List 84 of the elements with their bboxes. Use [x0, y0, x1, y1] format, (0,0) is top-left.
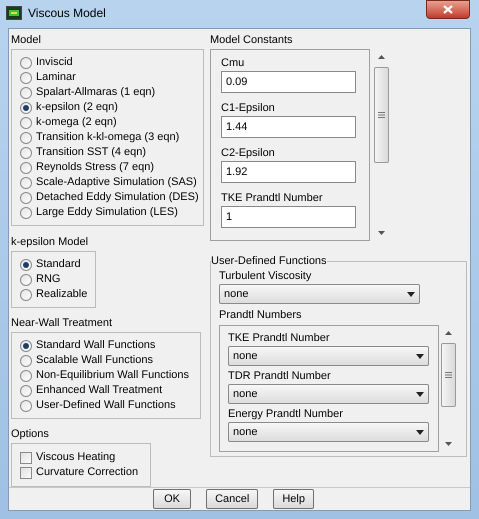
checkbox[interactable] — [20, 466, 32, 478]
radio-button[interactable] — [20, 340, 32, 352]
radio-button[interactable] — [20, 102, 32, 114]
field-label: TDR Prandtl Number — [228, 369, 332, 384]
dialog-button[interactable]: OK — [153, 489, 192, 509]
scroll-thumb[interactable] — [440, 343, 456, 406]
radio-button[interactable] — [20, 132, 32, 144]
radio-label: Transition SST (4 eqn) — [36, 145, 146, 160]
radio-label: Standard Wall Functions — [36, 338, 156, 354]
group-label: Model Constants — [210, 33, 294, 47]
radio-label: Realizable — [36, 287, 88, 302]
dropdown[interactable]: none — [228, 346, 429, 366]
radio-button[interactable] — [20, 86, 32, 98]
radio-label: Large Eddy Simulation (LES) — [36, 205, 178, 220]
input-field[interactable]: 0.09 — [221, 71, 356, 93]
field-label: C1-Epsilon — [221, 101, 276, 116]
radio-button[interactable] — [20, 72, 32, 84]
radio-label: RNG — [36, 272, 60, 288]
caret-icon — [407, 292, 415, 296]
group-label: User-Defined Functions — [211, 255, 327, 267]
input-field[interactable]: 1.92 — [221, 161, 356, 183]
dropdown[interactable]: none — [219, 284, 420, 304]
radio-button[interactable] — [20, 274, 32, 286]
radio-button[interactable] — [20, 258, 32, 270]
radio-label: k-epsilon (2 eqn) — [36, 100, 118, 116]
group-label: Near-Wall Treatment — [11, 316, 114, 330]
field-label: TKE Prandtl Number — [221, 191, 324, 206]
checkbox[interactable] — [20, 452, 32, 464]
radio-label: Scale-Adaptive Simulation (SAS) — [36, 175, 197, 190]
scroll-thumb[interactable] — [374, 67, 388, 163]
radio-label: Enhanced Wall Treatment — [36, 383, 162, 398]
window-title: Viscous Model — [28, 5, 106, 22]
radio-button[interactable] — [20, 354, 32, 366]
radio-label: Laminar — [36, 70, 76, 86]
radio-button[interactable] — [20, 176, 32, 188]
field-label: TKE Prandtl Number — [228, 331, 330, 346]
scroll-up-icon[interactable] — [444, 331, 452, 335]
radio-button[interactable] — [20, 206, 32, 218]
radio-label: Transition k-kl-omega (3 eqn) — [36, 130, 180, 146]
radio-label: k-omega (2 eqn) — [36, 115, 117, 130]
radio-button[interactable] — [20, 56, 32, 68]
group-label: Model — [11, 33, 42, 47]
scroll-up-icon[interactable] — [378, 55, 384, 59]
field-label: Cmu — [221, 56, 246, 71]
scroll-down-icon[interactable] — [444, 442, 452, 446]
radio-label: Reynolds Stress (7 eqn) — [36, 160, 154, 176]
field-label: C2-Epsilon — [221, 146, 276, 161]
app-icon — [6, 6, 22, 20]
dialog-button[interactable]: Cancel — [206, 489, 258, 509]
dropdown[interactable]: none — [228, 384, 429, 404]
field-label: Turbulent Viscosity — [219, 269, 312, 284]
radio-label: Standard — [36, 257, 81, 272]
group-label: k-epsilon Model — [11, 235, 90, 249]
radio-button[interactable] — [20, 400, 32, 412]
radio-button[interactable] — [20, 162, 32, 174]
field-label: Prandtl Numbers — [219, 308, 303, 323]
radio-label: Detached Eddy Simulation (DES) — [36, 190, 199, 206]
dropdown[interactable]: none — [228, 422, 429, 442]
radio-button[interactable] — [20, 192, 32, 204]
group-label: Options — [11, 427, 50, 441]
caret-icon — [416, 430, 424, 434]
grip-icon — [378, 112, 384, 118]
radio-label: Scalable Wall Functions — [36, 353, 153, 368]
grip-icon — [444, 372, 452, 378]
input-field[interactable]: 1.44 — [221, 116, 356, 138]
checkbox-label: Viscous Heating — [36, 450, 116, 466]
radio-button[interactable] — [20, 116, 32, 128]
radio-label: User-Defined Wall Functions — [36, 398, 176, 414]
close-button[interactable] — [426, 0, 470, 19]
input-field[interactable]: 1 — [221, 206, 356, 228]
caret-icon — [416, 392, 424, 396]
close-icon — [443, 5, 453, 14]
radio-label: Spalart-Allmaras (1 eqn) — [36, 85, 156, 100]
scroll-down-icon[interactable] — [378, 231, 384, 235]
radio-button[interactable] — [20, 370, 32, 382]
radio-button[interactable] — [20, 146, 32, 158]
radio-label: Non-Equilibrium Wall Functions — [36, 368, 190, 384]
dialog-button[interactable]: Help — [273, 489, 314, 509]
checkbox-label: Curvature Correction — [36, 465, 138, 480]
radio-button[interactable] — [20, 288, 32, 300]
radio-button[interactable] — [20, 384, 32, 396]
radio-label: Inviscid — [36, 55, 73, 70]
caret-icon — [416, 354, 424, 358]
field-label: Energy Prandtl Number — [228, 407, 344, 422]
